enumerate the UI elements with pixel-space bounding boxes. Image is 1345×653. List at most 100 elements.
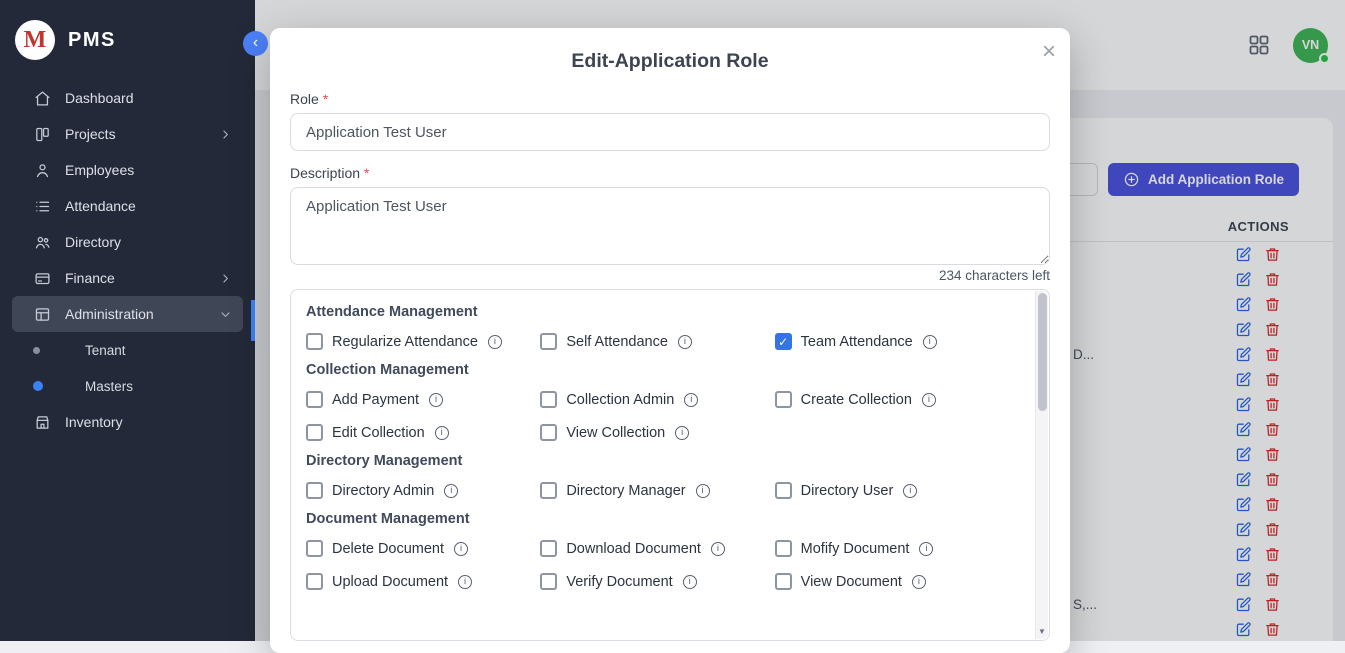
permission-create-collection[interactable]: Create Collectioni — [775, 391, 1009, 408]
required-asterisk: * — [323, 91, 328, 107]
info-icon: i — [912, 575, 926, 589]
permission-upload-document[interactable]: Upload Documenti — [306, 573, 540, 590]
permission-team-attendance[interactable]: ✓Team Attendancei — [775, 333, 1009, 350]
permission-label: Collection Admin — [566, 392, 674, 408]
directory-icon — [34, 234, 51, 251]
permission-self-attendance[interactable]: Self Attendancei — [540, 333, 774, 350]
logo-letter: M — [24, 27, 47, 54]
sidebar-item-projects[interactable]: Projects — [12, 116, 243, 152]
chevron-left-icon: ‹ — [253, 35, 258, 51]
checkbox-icon[interactable] — [775, 573, 792, 590]
permission-section-title: Attendance Management — [306, 304, 1009, 320]
checkbox-icon[interactable] — [540, 573, 557, 590]
checkbox-icon[interactable] — [775, 391, 792, 408]
modal-title: Edit-Application Role — [290, 50, 1050, 73]
role-input[interactable] — [290, 113, 1050, 151]
sidebar-item-employees[interactable]: Employees — [12, 152, 243, 188]
permission-label: Directory Manager — [566, 483, 685, 499]
checkbox-icon[interactable] — [306, 333, 323, 350]
sidebar-subitem-label: Masters — [85, 379, 133, 394]
chevron-right-icon — [218, 127, 233, 142]
permission-grid: Delete DocumentiDownload DocumentiMofify… — [306, 540, 1009, 590]
role-field: Role * — [290, 91, 1050, 151]
sidebar-nav: Dashboard Projects Employees AttendanceDire… — [0, 80, 255, 440]
sidebar-item-directory[interactable]: Directory — [12, 224, 243, 260]
attendance-icon — [34, 198, 51, 215]
characters-left: 234 characters left — [290, 268, 1050, 283]
permission-label: Add Payment — [332, 392, 419, 408]
checkbox-icon[interactable] — [306, 540, 323, 557]
administration-icon — [34, 306, 51, 323]
permission-label: Delete Document — [332, 541, 444, 557]
checkbox-icon[interactable] — [306, 482, 323, 499]
permission-download-document[interactable]: Download Document i — [540, 540, 774, 557]
permissions-list: Attendance Management Regularize Attendan… — [291, 290, 1049, 640]
sidebar-subitem-masters[interactable]: Masters — [0, 368, 255, 404]
required-asterisk: * — [364, 165, 369, 181]
permission-delete-document[interactable]: Delete Document i — [306, 540, 540, 557]
checkbox-icon[interactable] — [540, 333, 557, 350]
permission-label: Download Document — [566, 541, 701, 557]
info-icon: i — [696, 484, 710, 498]
permission-regularize-attendance[interactable]: Regularize Attendancei — [306, 333, 540, 350]
info-icon: i — [429, 393, 443, 407]
checkbox-icon[interactable] — [306, 391, 323, 408]
checkbox-icon[interactable] — [540, 424, 557, 441]
permission-view-document[interactable]: View Documenti — [775, 573, 1009, 590]
sidebar-item-inventory[interactable]: Inventory — [12, 404, 243, 440]
role-label: Role * — [290, 91, 1050, 107]
scrollbar-thumb[interactable] — [1038, 293, 1047, 411]
permission-verify-document[interactable]: Verify Document i — [540, 573, 774, 590]
info-icon: i — [683, 575, 697, 589]
info-icon: i — [923, 335, 937, 349]
sidebar-item-label: Inventory — [65, 414, 233, 430]
permission-directory-admin[interactable]: Directory Admin i — [306, 482, 540, 499]
permission-view-collection[interactable]: View Collectioni — [540, 424, 774, 441]
description-textarea[interactable]: Application Test User — [290, 187, 1050, 265]
sidebar-item-attendance[interactable]: Attendance — [12, 188, 243, 224]
edit-application-role-modal: × Edit-Application Role Role * Descripti… — [270, 28, 1070, 653]
checkbox-icon[interactable] — [540, 540, 557, 557]
permission-directory-manager[interactable]: Directory Manager i — [540, 482, 774, 499]
scrollbar[interactable]: ▼ — [1035, 291, 1048, 639]
permission-collection-admin[interactable]: Collection Admini — [540, 391, 774, 408]
permission-label: Directory User — [801, 483, 894, 499]
description-label: Description * — [290, 165, 1050, 181]
permission-label: Regularize Attendance — [332, 334, 478, 350]
chevron-down-icon — [218, 307, 233, 322]
permission-label: View Collection — [566, 425, 665, 441]
permission-mofify-document[interactable]: Mofify Documenti — [775, 540, 1009, 557]
chevron-right-icon — [218, 271, 233, 286]
permission-label: Verify Document — [566, 574, 672, 590]
sidebar-item-dashboard[interactable]: Dashboard — [12, 80, 243, 116]
projects-icon — [34, 126, 51, 143]
permission-edit-collection[interactable]: Edit Collectioni — [306, 424, 540, 441]
close-icon[interactable]: × — [1042, 40, 1056, 64]
sidebar: M PMS DashboardProjectsEmployeesAttendan… — [0, 0, 255, 641]
checkbox-icon[interactable] — [306, 573, 323, 590]
checkbox-icon[interactable] — [540, 391, 557, 408]
info-icon: i — [458, 575, 472, 589]
checkbox-icon[interactable] — [540, 482, 557, 499]
checkbox-checked-icon[interactable]: ✓ — [775, 333, 792, 350]
checkbox-icon[interactable] — [775, 482, 792, 499]
sidebar-item-finance[interactable]: Finance — [12, 260, 243, 296]
info-icon: i — [711, 542, 725, 556]
permission-label: Directory Admin — [332, 483, 434, 499]
info-icon: i — [454, 542, 468, 556]
checkbox-icon[interactable] — [775, 540, 792, 557]
info-icon: i — [919, 542, 933, 556]
sidebar-item-label: Projects — [65, 126, 204, 142]
sidebar-subitem-tenant[interactable]: Tenant — [0, 332, 255, 368]
info-icon: i — [903, 484, 917, 498]
sidebar-item-administration[interactable]: Administration — [12, 296, 243, 332]
checkbox-icon[interactable] — [306, 424, 323, 441]
description-label-text: Description — [290, 165, 360, 181]
sidebar-collapse-button[interactable]: ‹ — [243, 31, 268, 56]
permission-add-payment[interactable]: Add Payment i — [306, 391, 540, 408]
permission-directory-user[interactable]: Directory User i — [775, 482, 1009, 499]
sidebar-item-label: Employees — [65, 162, 233, 178]
scroll-down-icon[interactable]: ▼ — [1036, 627, 1048, 636]
info-icon: i — [444, 484, 458, 498]
permission-section-title: Collection Management — [306, 362, 1009, 378]
